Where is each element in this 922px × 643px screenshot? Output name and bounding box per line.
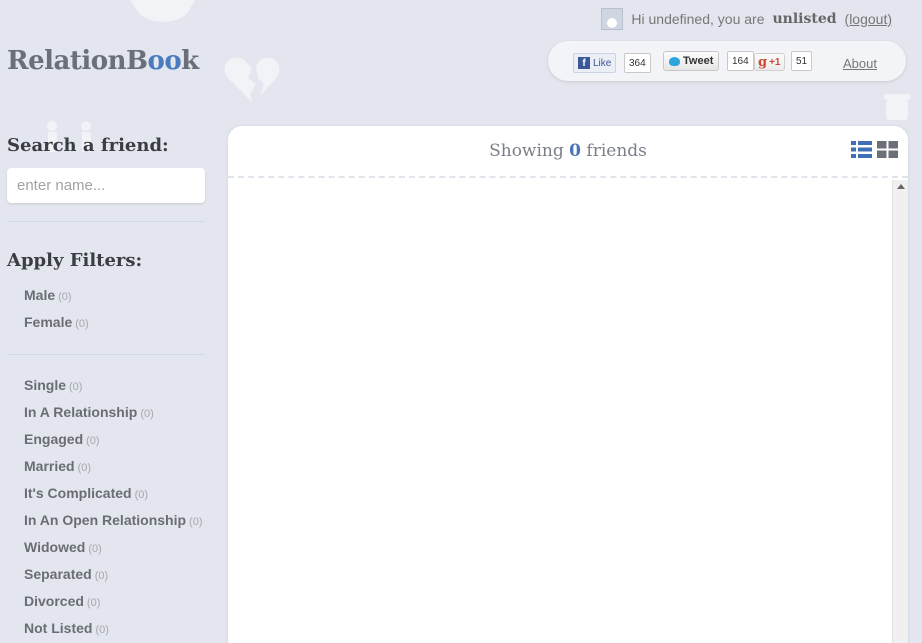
panel-header: Showing 0 friends (228, 126, 908, 178)
twitter-bird-icon (669, 56, 680, 66)
list-view-icon[interactable] (851, 141, 872, 158)
filter-single[interactable]: Single (0) (24, 373, 207, 400)
friends-scrollbar[interactable] (892, 180, 908, 643)
user-bar: Hi undefined, you are unlisted (logout) (601, 8, 892, 30)
facebook-like-count: 364 (624, 53, 651, 73)
google-plus-one-button[interactable]: g +1 (754, 53, 785, 71)
filter-widowed[interactable]: Widowed (0) (24, 535, 207, 562)
relationship-filter-list: Single (0) In A Relationship (0) Engaged (0… (7, 373, 207, 643)
scroll-up-icon[interactable] (897, 184, 905, 189)
friend-count: 0 (569, 141, 581, 161)
filter-divorced[interactable]: Divorced (0) (24, 589, 207, 616)
showing-count: Showing 0 friends (489, 141, 647, 161)
filter-married[interactable]: Married (0) (24, 454, 207, 481)
sidebar-divider (7, 354, 205, 355)
filter-not-listed[interactable]: Not Listed (0) (24, 616, 207, 643)
logout-link[interactable]: (logout) (845, 11, 892, 27)
search-heading: Search a friend: (7, 135, 169, 156)
view-toggle (851, 141, 898, 158)
logo-accent: oo (147, 46, 182, 76)
filter-separated[interactable]: Separated (0) (24, 562, 207, 589)
filter-open-relationship[interactable]: In An Open Relationship (0) (24, 508, 207, 535)
facebook-like-button[interactable]: f Like (573, 53, 617, 73)
facebook-icon: f (578, 57, 590, 69)
filter-male[interactable]: Male (0) (24, 283, 207, 310)
sidebar: Search a friend: Apply Filters: Male(0) … (7, 135, 207, 643)
broken-heart-doodle (224, 57, 280, 102)
tweet-button[interactable]: Tweet (663, 51, 720, 71)
google-plus-icon: g (758, 54, 768, 70)
gender-filter-list: Male (0) Female (0) (7, 283, 207, 337)
user-status: unlisted (772, 11, 837, 27)
filter-female[interactable]: Female (0) (24, 310, 207, 337)
google-plus-count: 51 (791, 51, 813, 71)
grid-view-icon[interactable] (877, 141, 898, 158)
filter-engaged[interactable]: Engaged (0) (24, 427, 207, 454)
filter-in-a-relationship[interactable]: In A Relationship (0) (24, 400, 207, 427)
google-plus-label: +1 (769, 56, 781, 68)
heart-doodle (130, 0, 195, 22)
filter-its-complicated[interactable]: It's Complicated (0) (24, 481, 207, 508)
friends-panel: Showing 0 friends (228, 126, 908, 643)
logo-prefix: RelationB (7, 46, 148, 76)
greeting-text: Hi undefined, you are (631, 11, 765, 27)
social-bar: f Like 364 Tweet 164 g +1 51 About (548, 41, 906, 81)
logo-suffix: k (181, 46, 199, 76)
avatar (601, 8, 624, 30)
search-input[interactable] (7, 168, 205, 203)
logo[interactable]: RelationBook (7, 46, 199, 76)
sidebar-divider (7, 221, 205, 222)
about-link[interactable]: About (843, 56, 877, 71)
tweet-label: Tweet (683, 55, 714, 67)
facebook-like-label: Like (593, 57, 612, 69)
trash-doodle (884, 94, 910, 120)
filters-heading: Apply Filters: (7, 250, 143, 271)
tweet-count: 164 (727, 51, 754, 71)
